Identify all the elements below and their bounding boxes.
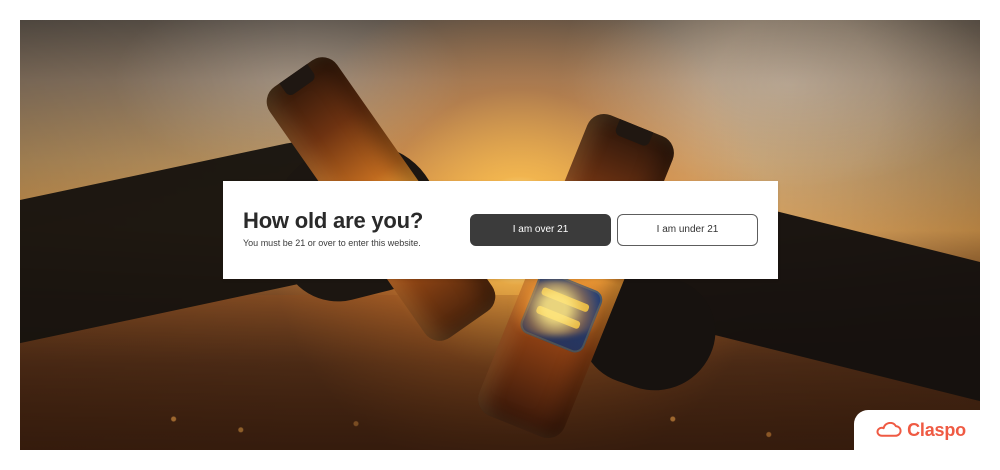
sun-glare: [500, 280, 612, 336]
under-21-button[interactable]: I am under 21: [617, 214, 758, 246]
over-21-button[interactable]: I am over 21: [470, 214, 611, 246]
brand-name: Claspo: [907, 420, 966, 440]
cloud-icon: [876, 422, 902, 437]
age-verification-modal: How old are you? You must be 21 or over …: [223, 181, 778, 279]
modal-subtitle: You must be 21 or over to enter this web…: [243, 238, 421, 248]
page-canvas: How old are you? You must be 21 or over …: [0, 0, 1000, 470]
brand-badge: Claspo: [854, 410, 980, 450]
modal-copy: How old are you? You must be 21 or over …: [243, 209, 463, 249]
modal-title: How old are you?: [243, 208, 424, 233]
